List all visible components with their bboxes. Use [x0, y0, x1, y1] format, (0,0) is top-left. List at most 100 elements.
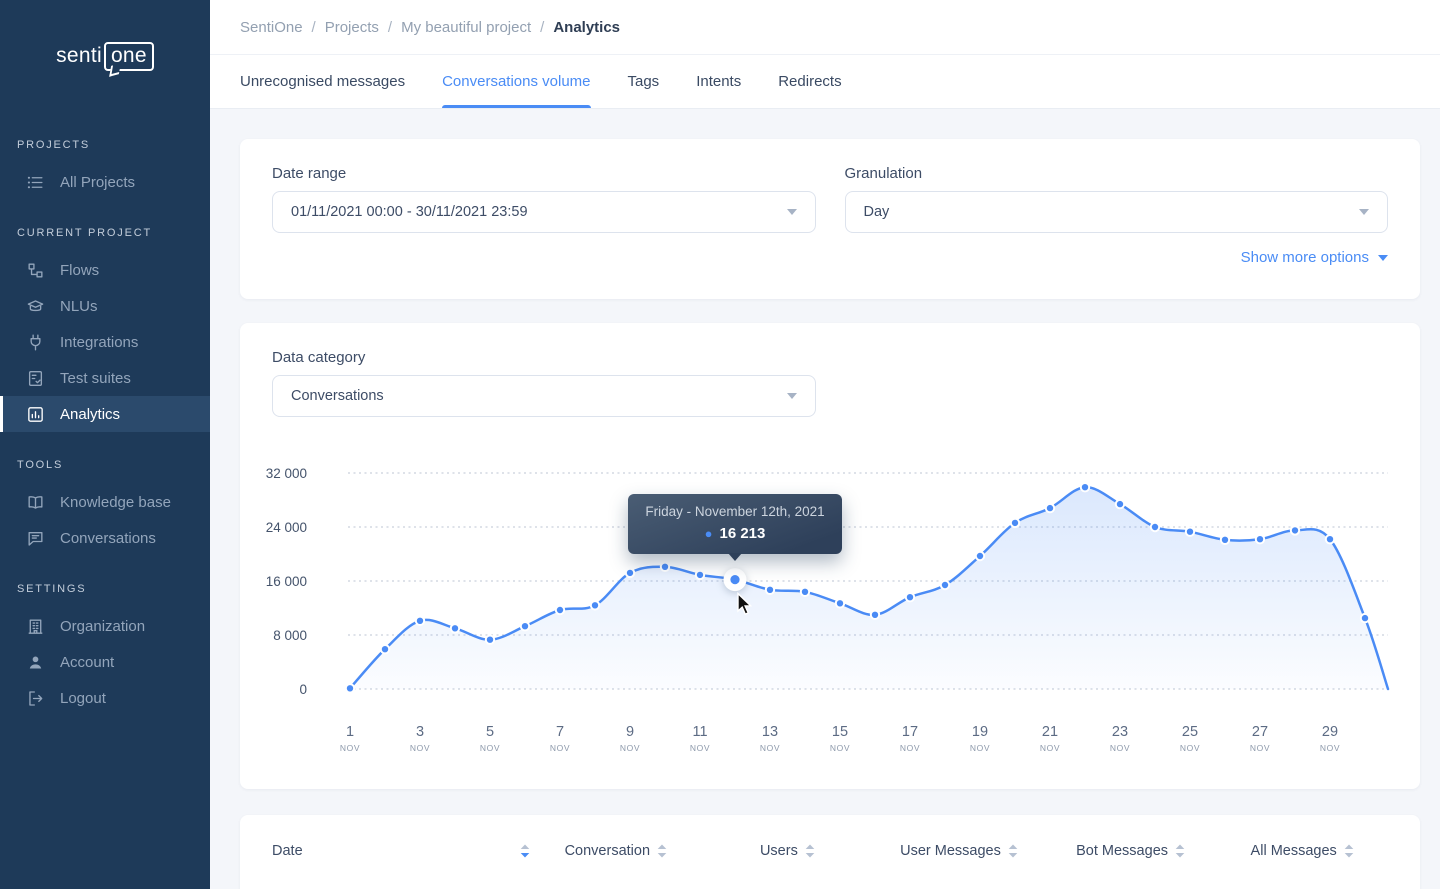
chart-point[interactable]	[696, 571, 704, 579]
chevron-down-icon	[1359, 209, 1369, 215]
tab-intents[interactable]: Intents	[696, 55, 741, 108]
sidebar-item-integrations[interactable]: Integrations	[0, 324, 210, 360]
column-header-users[interactable]: Users	[702, 843, 874, 859]
sidebar-section-label: SETTINGS	[0, 583, 210, 595]
sidebar-item-test-suites[interactable]: Test suites	[0, 360, 210, 396]
chart-tooltip: Friday - November 12th, 2021 ●16 213	[628, 494, 842, 554]
date-range-select[interactable]: 01/11/2021 00:00 - 30/11/2021 23:59	[272, 191, 816, 233]
chart-point[interactable]	[766, 586, 774, 594]
x-axis-day-label: 3	[416, 724, 424, 740]
granulation-select[interactable]: Day	[845, 191, 1389, 233]
chart-point[interactable]	[906, 593, 914, 601]
x-axis-day-label: 7	[556, 724, 564, 740]
chart-point[interactable]	[1046, 504, 1054, 512]
sort-icon[interactable]	[520, 844, 530, 858]
chart-point[interactable]	[836, 599, 844, 607]
column-header-user-messages[interactable]: User Messages	[873, 843, 1045, 859]
column-header-date[interactable]: Date	[272, 843, 530, 859]
chart-point[interactable]	[871, 611, 879, 619]
chart-point[interactable]	[451, 624, 459, 632]
sidebar-item-label: Conversations	[60, 530, 156, 547]
tab-unrecognised-messages[interactable]: Unrecognised messages	[240, 55, 405, 108]
x-axis-month-label: NOV	[480, 743, 500, 753]
chart-point[interactable]	[1151, 523, 1159, 531]
x-axis-month-label: NOV	[1250, 743, 1270, 753]
sort-icon[interactable]	[1175, 844, 1185, 858]
chart-area-fill	[350, 487, 1388, 689]
sidebar-item-label: Test suites	[60, 370, 131, 387]
chart-point[interactable]	[1361, 614, 1369, 622]
conversations-volume-chart[interactable]: Friday - November 12th, 2021 ●16 213 08 …	[250, 458, 1388, 763]
chart-card: Data category Conversations Friday - Nov…	[240, 323, 1420, 789]
sidebar-item-analytics[interactable]: Analytics	[0, 396, 210, 432]
tab-tags[interactable]: Tags	[628, 55, 660, 108]
chart-point[interactable]	[801, 588, 809, 596]
series-bullet-icon: ●	[705, 526, 713, 541]
chart-point[interactable]	[661, 563, 669, 571]
sentione-logo[interactable]: sentione	[0, 0, 210, 112]
chart-point[interactable]	[1221, 536, 1229, 544]
breadcrumb-item[interactable]: My beautiful project	[401, 19, 531, 36]
x-axis-month-label: NOV	[410, 743, 430, 753]
chart-point-highlight[interactable]	[730, 575, 739, 584]
chart-point[interactable]	[1291, 526, 1299, 534]
chart-point[interactable]	[1256, 535, 1264, 543]
tooltip-value: ●16 213	[638, 525, 832, 542]
sort-icon[interactable]	[1344, 844, 1354, 858]
chart-point[interactable]	[381, 645, 389, 653]
sidebar-section-label: CURRENT PROJECT	[0, 227, 210, 239]
logout-icon	[26, 689, 45, 708]
chart-point[interactable]	[1326, 535, 1334, 543]
chart-point[interactable]	[521, 622, 529, 630]
sidebar-item-account[interactable]: Account	[0, 644, 210, 680]
plug-icon	[26, 333, 45, 352]
breadcrumb-item: Analytics	[553, 19, 620, 36]
chart-point[interactable]	[591, 601, 599, 609]
chart-point[interactable]	[1186, 528, 1194, 536]
column-label: Bot Messages	[1076, 843, 1168, 859]
y-axis-tick-label: 24 000	[266, 520, 307, 535]
tab-conversations-volume[interactable]: Conversations volume	[442, 55, 590, 108]
breadcrumb-separator: /	[388, 19, 392, 36]
chart-point[interactable]	[1081, 483, 1089, 491]
show-more-options-button[interactable]: Show more options	[272, 249, 1388, 266]
column-header-conversation[interactable]: Conversation	[530, 843, 702, 859]
data-category-select[interactable]: Conversations	[272, 375, 816, 417]
sort-icon[interactable]	[657, 844, 667, 858]
chart-point[interactable]	[626, 569, 634, 577]
chart-point[interactable]	[346, 684, 354, 692]
x-axis-month-label: NOV	[690, 743, 710, 753]
sidebar-item-all-projects[interactable]: All Projects	[0, 164, 210, 200]
sort-icon[interactable]	[805, 844, 815, 858]
sort-icon[interactable]	[1008, 844, 1018, 858]
chart-point[interactable]	[1116, 500, 1124, 508]
column-header-all-messages[interactable]: All Messages	[1216, 843, 1388, 859]
chart-point[interactable]	[486, 636, 494, 644]
data-table-card: DateConversationUsersUser Messages Bot Me…	[240, 815, 1420, 889]
sidebar-item-nlus[interactable]: NLUs	[0, 288, 210, 324]
breadcrumb: SentiOne/Projects/My beautiful project/A…	[240, 19, 620, 36]
list-icon	[26, 173, 45, 192]
breadcrumb-separator: /	[312, 19, 316, 36]
sidebar-item-flows[interactable]: Flows	[0, 252, 210, 288]
chart-point[interactable]	[941, 581, 949, 589]
x-axis-month-label: NOV	[1320, 743, 1340, 753]
chart-point[interactable]	[976, 552, 984, 560]
chart-point[interactable]	[1011, 519, 1019, 527]
x-axis-day-label: 11	[692, 724, 707, 740]
date-range-field: Date range 01/11/2021 00:00 - 30/11/2021…	[272, 165, 816, 233]
chart-point[interactable]	[556, 606, 564, 614]
column-header-bot-messages[interactable]: Bot Messages	[1045, 843, 1217, 859]
chevron-down-icon	[787, 393, 797, 399]
sidebar-item-organization[interactable]: Organization	[0, 608, 210, 644]
bar-chart-icon	[26, 405, 45, 424]
breadcrumb-item[interactable]: Projects	[325, 19, 379, 36]
x-axis-day-label: 23	[1112, 724, 1128, 740]
sidebar-item-knowledge-base[interactable]: Knowledge base	[0, 484, 210, 520]
chart-point[interactable]	[416, 617, 424, 625]
tab-redirects[interactable]: Redirects	[778, 55, 841, 108]
sidebar-item-logout[interactable]: Logout	[0, 680, 210, 716]
sidebar-item-conversations[interactable]: Conversations	[0, 520, 210, 556]
sidebar-item-label: Integrations	[60, 334, 138, 351]
breadcrumb-item[interactable]: SentiOne	[240, 19, 303, 36]
